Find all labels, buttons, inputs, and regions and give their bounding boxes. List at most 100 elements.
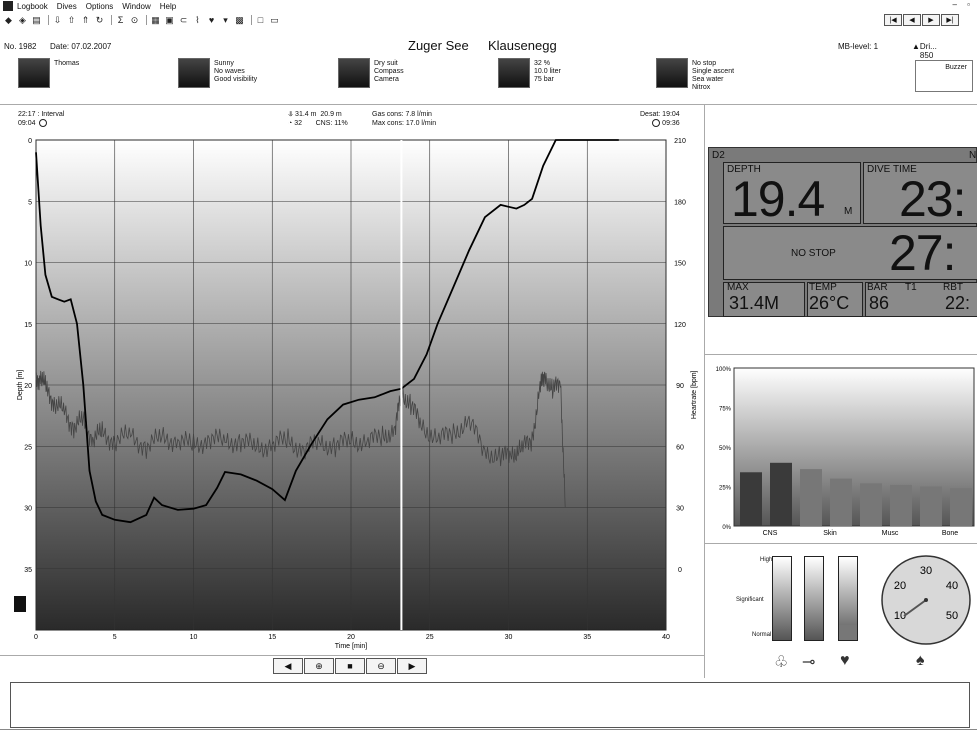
window-a-icon[interactable]: □	[255, 15, 266, 26]
tissue-bar	[800, 469, 822, 526]
x-tick-label: 40	[662, 634, 670, 641]
dial-tick-label: 20	[894, 580, 906, 592]
buzzer-button[interactable]: Buzzer	[915, 60, 973, 92]
divider	[704, 354, 977, 355]
tissue-bar	[830, 478, 852, 526]
tissue-category-label: Musc	[882, 530, 899, 537]
zoom-out-button[interactable]: ⊖	[366, 658, 396, 674]
strip-equipment[interactable]: Dry suit Compass Camera	[338, 58, 488, 98]
weather-photo-icon	[178, 58, 210, 88]
heart-icon: ♥	[840, 652, 850, 669]
y2-tick-label: 30	[676, 506, 684, 513]
strip-tank[interactable]: 32 % 10.0 liter 75 bar	[498, 58, 648, 98]
y-tick-label: 30	[24, 506, 32, 513]
y-tick-label: 25	[24, 444, 32, 451]
prev-dive-button[interactable]: ◀	[903, 14, 921, 26]
grid-icon[interactable]: ▦	[150, 15, 161, 26]
filter-icon[interactable]: ▾	[220, 15, 231, 26]
tissue-saturation-chart: 100% 75% 50% 25% 0% CNS Skin Musc Bone	[716, 367, 975, 537]
strip-deco[interactable]: No stop Single ascent Sea water Nitrox	[656, 58, 806, 98]
refresh-icon[interactable]: ↻	[94, 15, 105, 26]
strip-weather[interactable]: Sunny No waves Good visibility	[178, 58, 328, 98]
menu-options[interactable]: Options	[86, 2, 114, 11]
no-stop-label: NO STOP	[791, 248, 836, 259]
x-tick-label: 5	[113, 634, 117, 641]
dive-lake: Zuger See	[408, 38, 469, 53]
equipment-photo-icon	[338, 58, 370, 88]
thermometer-icon[interactable]: ⌇	[192, 15, 203, 26]
window-controls[interactable]: – ▫	[952, 0, 974, 9]
app-icon	[3, 1, 13, 11]
dive-profile-chart[interactable]: 0 5 10 15 20 25 30 35 40 0 5 10 15 20 25 30 35 210 180 150 1…	[14, 130, 704, 654]
gauge-bar	[838, 556, 858, 641]
stats-interval: 22:17 : Interval 09:04	[18, 110, 64, 128]
divider	[704, 104, 705, 678]
tissue-y-tick: 25%	[719, 486, 732, 492]
stats-gas: Gas cons: 7.8 l/min Max cons: 17.0 l/min	[372, 110, 436, 128]
calendar-icon[interactable]: ▣	[164, 15, 175, 26]
sum-icon[interactable]: Σ	[115, 15, 126, 26]
upload-icon[interactable]: ⇑	[80, 15, 91, 26]
scroll-right-button[interactable]: ▶	[397, 658, 427, 674]
tissue-y-tick: 0%	[722, 525, 731, 531]
y-tick-label: 15	[24, 322, 32, 329]
end-time: 09:36	[662, 120, 680, 127]
max-depth: 31.4 m	[295, 111, 317, 118]
rbt-label: RBT	[943, 282, 963, 293]
stop-button[interactable]: ■	[335, 658, 365, 674]
strip-line: Sunny	[214, 60, 234, 67]
y-tick-label: 10	[24, 261, 32, 268]
layers-icon[interactable]: ◈	[17, 15, 28, 26]
gauge-fill	[839, 625, 857, 640]
y-tick-label: 35	[24, 567, 32, 574]
stats-desat: Desat: 19:04 09:36	[640, 110, 680, 128]
no-stop-value: 27:	[889, 225, 957, 281]
scroll-left-button[interactable]: ◀	[273, 658, 303, 674]
menu-logbook[interactable]: Logbook	[17, 2, 48, 11]
strip-line: Camera	[374, 76, 399, 83]
gauge-bar	[772, 556, 792, 641]
lungs-stress-icon: ♧	[774, 654, 789, 671]
compass-icon[interactable]: ⊙	[129, 15, 140, 26]
menu-help[interactable]: Help	[160, 2, 176, 11]
tank-photo-icon	[498, 58, 530, 88]
interval-text: 22:17 : Interval	[18, 111, 65, 118]
menu-dives[interactable]: Dives	[57, 2, 77, 11]
dive-navigation: |◀ ◀ ▶ ▶|	[883, 14, 959, 26]
x-tick-label: 25	[426, 634, 434, 641]
bar-label: BAR	[867, 282, 888, 293]
avg-depth: 20.9 m	[320, 111, 342, 118]
lungs-icon: ♠	[916, 652, 925, 669]
dive-time: 32	[294, 120, 302, 127]
menu-window[interactable]: Window	[122, 2, 150, 11]
toolbar: ◆ ◈ ▤ ⇩ ⇧ ⇑ ↻ Σ ⊙ ▦ ▣ ⊂ ⌇ ♥ ▾ ▩ □ ▭	[0, 13, 977, 27]
tissue-bar	[860, 483, 882, 526]
y2-axis-label: Heartrate [bpm]	[691, 370, 698, 419]
strip-buddy[interactable]: Thomas	[18, 58, 168, 98]
y2-tick-label: 150	[674, 261, 686, 268]
y-axis-label: Depth [m]	[17, 370, 24, 400]
temp-label: TEMP	[809, 282, 837, 293]
first-dive-button[interactable]: |◀	[884, 14, 902, 26]
next-dive-button[interactable]: ▶	[922, 14, 940, 26]
dial-tick-label: 30	[920, 565, 932, 577]
diver-photo-icon	[656, 58, 688, 88]
tank-icon[interactable]: ⊂	[178, 15, 189, 26]
heart-icon[interactable]: ♥	[206, 15, 217, 26]
notes-field[interactable]	[10, 682, 970, 728]
dive-time-value: 23:	[899, 171, 967, 227]
x-tick-label: 15	[268, 634, 276, 641]
window-b-icon[interactable]: ▭	[269, 15, 280, 26]
print-icon[interactable]: ▤	[31, 15, 42, 26]
stress-gauges: High Significant Normal ♧ ⊸ ♥ 10 20 30 40 50…	[708, 548, 977, 678]
dive-icon[interactable]: ◆	[3, 15, 14, 26]
buddy-photo-icon	[18, 58, 50, 88]
toolbar-separator	[111, 15, 112, 25]
import-icon[interactable]: ⇩	[52, 15, 63, 26]
last-dive-button[interactable]: ▶|	[941, 14, 959, 26]
export-icon[interactable]: ⇧	[66, 15, 77, 26]
zoom-in-button[interactable]: ⊕	[304, 658, 334, 674]
photo-icon[interactable]: ▩	[234, 15, 245, 26]
y2-tick-label: 210	[674, 138, 686, 145]
desat-time: Desat: 19:04	[640, 111, 680, 118]
